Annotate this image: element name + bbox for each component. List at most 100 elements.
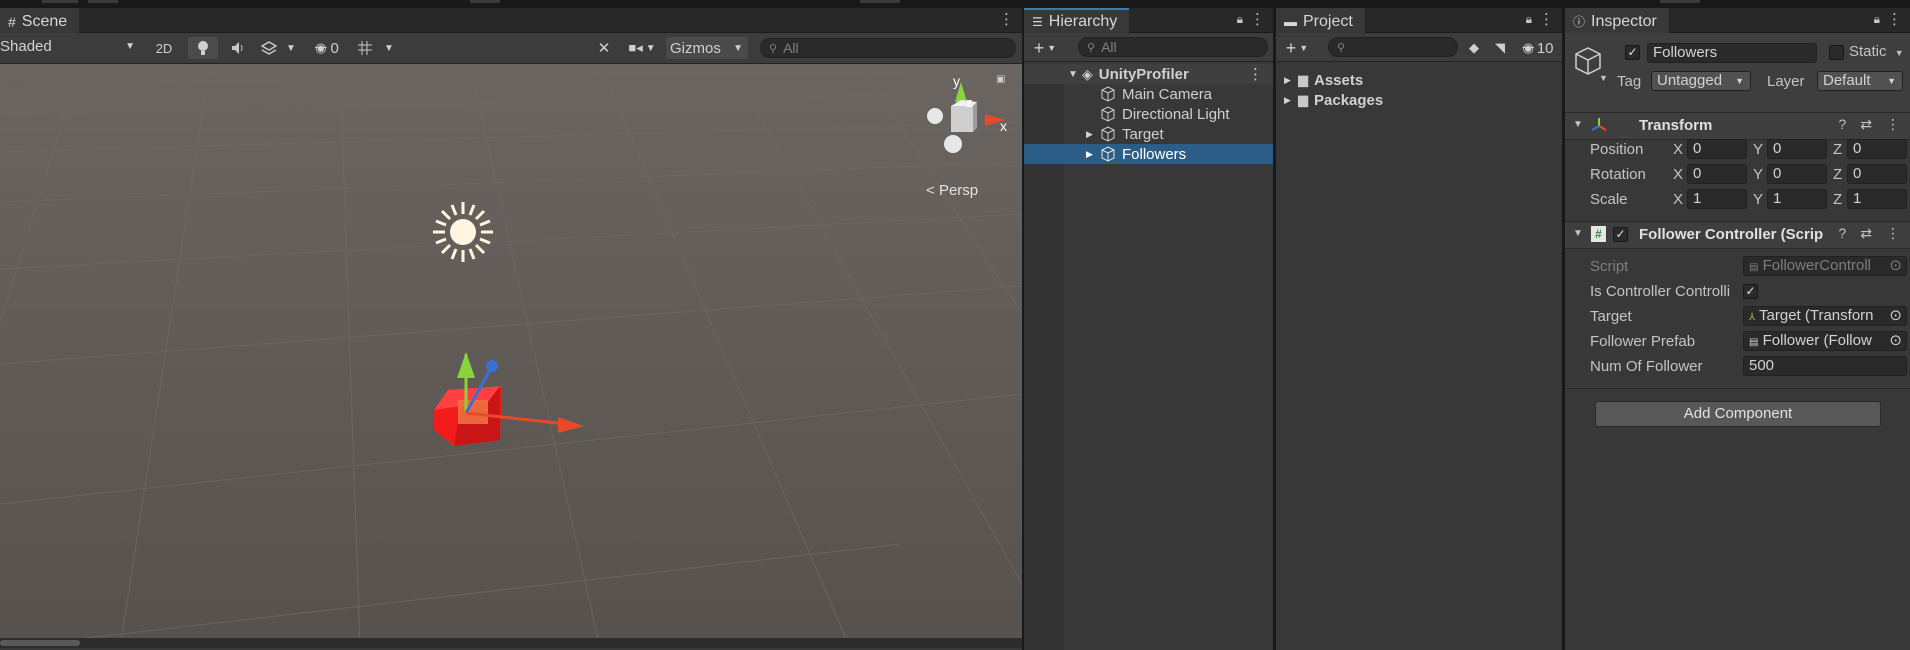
static-checkbox[interactable] [1829, 45, 1844, 60]
scale-z-field[interactable]: 1 [1847, 189, 1907, 209]
lock-icon[interactable]: 🔒︎ [1237, 12, 1243, 27]
rotation-z-label[interactable]: Z [1833, 166, 1842, 183]
scene-options-icon[interactable]: ⋮ [1248, 65, 1263, 83]
hidden-count: 0 [330, 39, 339, 57]
chevron-down-icon[interactable]: ▼ [1599, 73, 1608, 83]
panel-divider[interactable] [1022, 8, 1024, 650]
foldout-collapsed-icon[interactable]: ▶ [1086, 149, 1100, 160]
help-icon[interactable]: ? [1838, 116, 1846, 133]
object-name-field[interactable]: Followers [1647, 43, 1817, 63]
context-menu-icon[interactable]: ⋮ [1886, 116, 1900, 133]
grid-dropdown-chevron[interactable]: ▼ [382, 37, 396, 59]
rotation-y-field[interactable]: 0 [1767, 164, 1827, 184]
create-add-button[interactable]: + ▼ [1028, 37, 1062, 59]
help-icon[interactable]: ? [1838, 225, 1846, 242]
component-enabled-checkbox[interactable]: ✓ [1613, 227, 1628, 242]
gizmos-dropdown[interactable]: Gizmos ▼ [666, 37, 748, 59]
tab-project[interactable]: ▬ Project [1276, 8, 1365, 33]
lighting-toggle-button[interactable] [188, 37, 218, 59]
tab-hierarchy[interactable]: ☰ Hierarchy [1024, 8, 1130, 33]
scene-search-input[interactable]: ⚲ All [760, 38, 1016, 58]
scene-visibility-button[interactable]: ◉ 0 [308, 37, 346, 59]
position-z-label[interactable]: Z [1833, 141, 1842, 158]
object-header: ▼ ✓ Followers Static ▼ Tag Untagged ▼ La… [1565, 33, 1910, 114]
scene-root-row[interactable]: ▼ ◈ UnityProfiler ⋮ [1024, 64, 1273, 84]
project-folder-packages[interactable]: ▶ ▆ Packages [1276, 90, 1562, 110]
rotation-x-label[interactable]: X [1673, 166, 1683, 183]
hierarchy-item-directional-light[interactable]: Directional Light [1024, 104, 1273, 124]
search-by-type-button[interactable]: ◆ [1462, 37, 1486, 59]
target-field[interactable]: ⅄ Target (Transforn ⊙ [1743, 306, 1907, 326]
scale-x-field[interactable]: 1 [1687, 189, 1747, 209]
position-z-field[interactable]: 0 [1847, 139, 1907, 159]
object-picker-icon[interactable]: ⊙ [1889, 307, 1902, 325]
hierarchy-search-input[interactable]: ⚲ All [1078, 37, 1268, 57]
layer-dropdown[interactable]: Default ▼ [1817, 71, 1903, 91]
scene-scroll-thumb[interactable] [0, 640, 80, 646]
toggle-2d-button[interactable]: 2D [150, 37, 178, 59]
gizmo-lock-icon[interactable]: ▣ [996, 74, 1005, 85]
object-picker-icon[interactable]: ⊙ [1889, 332, 1902, 350]
foldout-collapsed-icon[interactable]: ▶ [1284, 95, 1298, 106]
project-folder-assets[interactable]: ▶ ▆ Assets [1276, 70, 1562, 90]
foldout-collapsed-icon[interactable]: ▶ [1284, 75, 1298, 86]
lock-icon[interactable]: 🔒︎ [1874, 12, 1880, 27]
effects-dropdown-chevron[interactable]: ▼ [284, 37, 298, 59]
context-menu-icon[interactable]: ⋮ [1886, 225, 1900, 242]
inspector-tab-label: Inspector [1591, 12, 1657, 30]
transform-header[interactable]: ▼ Transform ? ⇄ ⋮ [1565, 112, 1910, 140]
position-y-label[interactable]: Y [1753, 141, 1763, 158]
follower-controller-header[interactable]: ▼ # ✓ Follower Controller (Scrip ? ⇄ ⋮ [1565, 221, 1910, 249]
rotation-y-label[interactable]: Y [1753, 166, 1763, 183]
camera-settings-button[interactable]: ■◂ ▼ [624, 37, 660, 59]
presets-icon[interactable]: ⇄ [1860, 225, 1872, 242]
position-x-field[interactable]: 0 [1687, 139, 1747, 159]
unity-scene-icon: ◈ [1082, 65, 1093, 82]
inspector-panel: ⓘ Inspector 🔒︎ ⋮ ▼ ✓ Followers Static ▼ … [1565, 8, 1910, 650]
static-dropdown[interactable]: Static ▼ [1849, 43, 1904, 60]
hierarchy-item-followers[interactable]: ▶ Followers [1024, 144, 1273, 164]
target-cube[interactable] [420, 290, 620, 470]
inspector-menu-icon[interactable]: ⋮ [1887, 12, 1902, 28]
scale-y-field[interactable]: 1 [1767, 189, 1827, 209]
scene-horizontal-scrollbar[interactable] [0, 638, 1022, 648]
rotation-z-field[interactable]: 0 [1847, 164, 1907, 184]
audio-toggle-button[interactable] [226, 37, 250, 59]
lock-icon[interactable]: 🔒︎ [1526, 12, 1532, 27]
hierarchy-menu-icon[interactable]: ⋮ [1250, 12, 1265, 28]
follower-prefab-field[interactable]: ▤ Follower (Follow ⊙ [1743, 331, 1907, 351]
project-menu-icon[interactable]: ⋮ [1539, 12, 1554, 28]
tab-inspector[interactable]: ⓘ Inspector [1565, 8, 1669, 33]
scene-menu-icon[interactable]: ⋮ [999, 12, 1014, 28]
hierarchy-item-main-camera[interactable]: Main Camera [1024, 84, 1273, 104]
tab-scene[interactable]: # Scene [0, 8, 80, 33]
add-component-button[interactable]: Add Component [1595, 401, 1881, 427]
scale-z-label[interactable]: Z [1833, 191, 1842, 208]
position-y-field[interactable]: 0 [1767, 139, 1827, 159]
grid-toggle-button[interactable] [352, 37, 378, 59]
tag-dropdown[interactable]: Untagged ▼ [1651, 71, 1751, 91]
effects-toggle-button[interactable] [256, 37, 282, 59]
search-by-label-button[interactable]: ◥ [1488, 37, 1512, 59]
hierarchy-item-target[interactable]: ▶ Target [1024, 124, 1273, 144]
scale-x-label[interactable]: X [1673, 191, 1683, 208]
scene-viewport[interactable]: y z x ▣ < Persp [0, 64, 1022, 648]
create-asset-button[interactable]: + ▼ [1280, 37, 1314, 59]
hidden-packages-button[interactable]: ◉ 10 [1516, 37, 1560, 59]
foldout-expanded-icon: ▼ [1573, 228, 1583, 239]
panel-divider[interactable] [1562, 8, 1565, 650]
num-of-follower-field[interactable]: 500 [1743, 356, 1907, 376]
active-checkbox[interactable]: ✓ [1625, 45, 1640, 60]
position-x-label[interactable]: X [1673, 141, 1683, 158]
panel-divider[interactable] [1273, 8, 1276, 650]
presets-icon[interactable]: ⇄ [1860, 116, 1872, 133]
hierarchy-tree: ▼ ◈ UnityProfiler ⋮ Main Camera Directio… [1024, 64, 1273, 650]
scale-y-label[interactable]: Y [1753, 191, 1763, 208]
project-search-input[interactable]: ⚲ [1328, 37, 1458, 57]
tools-button[interactable]: ✕ [592, 37, 616, 59]
is-controller-checkbox[interactable]: ✓ [1743, 284, 1758, 299]
projection-toggle[interactable]: < Persp [926, 182, 978, 199]
foldout-collapsed-icon[interactable]: ▶ [1086, 129, 1100, 140]
rotation-x-field[interactable]: 0 [1687, 164, 1747, 184]
shading-mode-dropdown[interactable]: Shaded ▼ [0, 38, 135, 55]
